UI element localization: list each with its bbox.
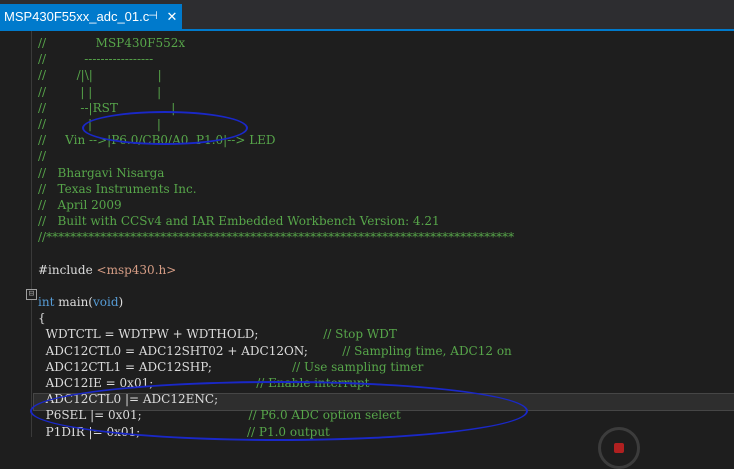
statement-pad — [258, 327, 323, 341]
statement-code: ADC12CTL0 = ADC12SHT02 + ADC12ON; — [38, 343, 308, 358]
pin-icon[interactable]: ⊣ — [146, 4, 160, 29]
code-line: // Bhargavi Nisarga — [38, 165, 165, 180]
function-name: main( — [54, 295, 93, 309]
open-brace: { — [38, 311, 46, 326]
include-line: #include <msp430.h> — [38, 262, 514, 278]
close-icon[interactable]: ✕ — [164, 4, 180, 29]
tab-title: MSP430F55xx_adc_01.c — [4, 9, 150, 24]
code-line: // — [38, 149, 47, 164]
code-line: //**************************************… — [38, 230, 515, 245]
keyword-int: int — [38, 295, 55, 309]
statement-code: WDTCTL = WDTPW + WDTHOLD; — [38, 327, 259, 342]
code-lines: // MSP430F552x // ----------------- // /… — [38, 35, 514, 440]
keyword-void: void — [93, 295, 119, 309]
code-line: // MSP430F552x — [38, 36, 186, 50]
statement-pad — [308, 344, 342, 358]
watermark-logo — [598, 427, 640, 469]
paren-close: ) — [118, 295, 124, 309]
code-line: // Built with CCSv4 and IAR Embedded Wor… — [38, 214, 440, 229]
code-line: // ----------------- — [38, 52, 154, 67]
include-directive: #include — [38, 262, 97, 277]
code-line: // Texas Instruments Inc. — [38, 181, 197, 196]
vin-annotation-ellipse — [82, 111, 248, 145]
fold-collapse-icon[interactable]: ⊟ — [26, 289, 37, 300]
tab-file[interactable]: MSP430F55xx_adc_01.c ⊣ ✕ — [0, 4, 182, 29]
statement-line: ADC12CTL0 = ADC12SHT02 + ADC12ON; // Sam… — [38, 343, 514, 359]
code-line: // | | | — [38, 84, 162, 99]
code-editor[interactable]: ⊟ // MSP430F552x // ----------------- //… — [0, 31, 734, 469]
statement-comment: // Sampling time, ADC12 on — [342, 343, 512, 358]
code-line: // --|RST | — [38, 100, 176, 115]
tab-bar: MSP430F55xx_adc_01.c ⊣ ✕ — [0, 0, 734, 31]
code-line: // April 2009 — [38, 197, 122, 212]
include-path: <msp430.h> — [96, 262, 177, 277]
statement-pad — [212, 360, 292, 374]
statement-comment: // Use sampling timer — [292, 359, 424, 374]
watermark-dot — [614, 443, 624, 453]
main-line: int main(void) — [38, 294, 514, 310]
p6sel-annotation-ellipse — [30, 381, 528, 441]
code-line: // /|\| | — [38, 68, 162, 83]
statement-code: ADC12CTL1 = ADC12SHP; — [38, 359, 212, 374]
statement-comment: // Stop WDT — [323, 327, 397, 342]
statement-line: WDTCTL = WDTPW + WDTHOLD; // Stop WDT — [38, 326, 514, 342]
gutter-separator — [31, 31, 32, 437]
statement-line: ADC12CTL1 = ADC12SHP; // Use sampling ti… — [38, 359, 514, 375]
